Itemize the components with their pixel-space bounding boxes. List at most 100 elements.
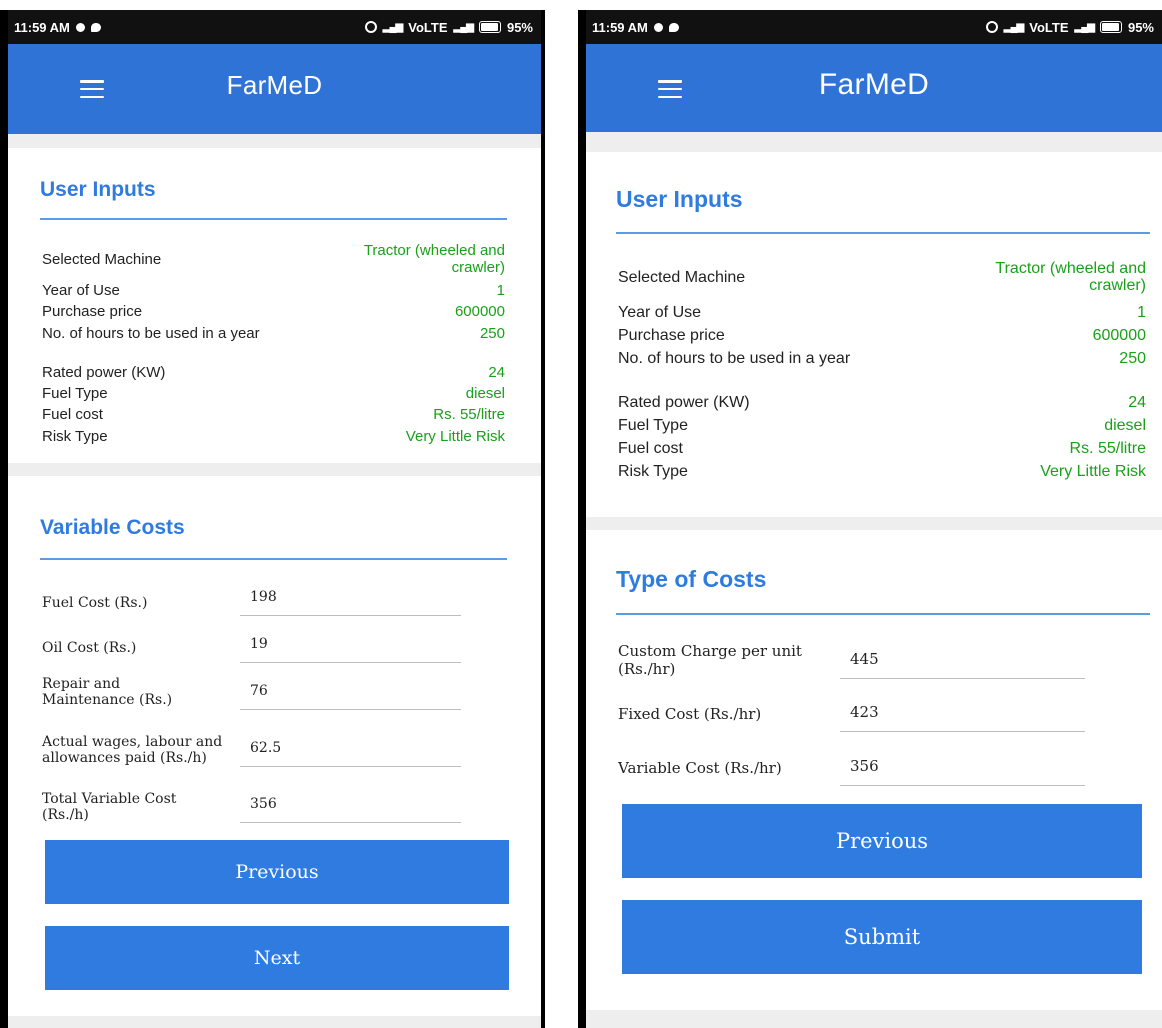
oil-cost-input[interactable] <box>240 636 461 663</box>
info-row: Purchase price 600000 <box>42 303 505 320</box>
info-value: Tractor (wheeled and crawler) <box>363 242 505 276</box>
form-row: Actual wages, labour and allowances paid… <box>42 724 230 776</box>
info-row: Year of Use 1 <box>618 304 1146 321</box>
info-label: No. of hours to be used in a year <box>42 325 260 342</box>
variable-cost-input[interactable] <box>840 757 1085 786</box>
info-row: Fuel Type diesel <box>42 385 505 402</box>
chat-icon <box>90 22 101 32</box>
screen: 11:59 AM ▂▄▆ VoLTE ▂▄▆ 95% FarMeD User I… <box>8 10 541 1028</box>
chat-icon <box>668 22 679 32</box>
battery-level: 95% <box>1127 19 1154 35</box>
info-label: Fuel Type <box>618 417 688 434</box>
form-row: Fixed Cost (Rs./hr) <box>618 702 838 726</box>
info-label: Purchase price <box>42 303 143 320</box>
phone-screen-type-of-costs: 11:59 AM ▂▄▆ VoLTE ▂▄▆ 95% FarMeD User I… <box>578 10 1162 1028</box>
field-label: Total Variable Cost (Rs./h) <box>42 791 177 823</box>
form-row: Oil Cost (Rs.) <box>42 636 232 660</box>
info-row: Fuel cost Rs. 55/litre <box>618 440 1146 457</box>
field-label: Repair and Maintenance (Rs.) <box>42 676 173 708</box>
previous-button[interactable]: Previous <box>45 840 509 904</box>
battery-icon <box>1099 21 1122 33</box>
info-label: Purchase price <box>618 327 725 344</box>
card-title: User Inputs <box>40 178 156 201</box>
info-label: Fuel cost <box>618 440 683 457</box>
divider <box>616 232 1150 234</box>
card-title: Type of Costs <box>616 566 767 592</box>
alarm-icon <box>364 21 377 33</box>
notification-icon <box>653 22 663 32</box>
user-inputs-card: User Inputs Selected Machine Tractor (wh… <box>586 152 1162 517</box>
signal-icon: ▂▄▆ <box>1074 21 1095 33</box>
info-label: Fuel cost <box>42 406 103 423</box>
info-row: Fuel Type diesel <box>618 417 1146 434</box>
fixed-cost-input[interactable] <box>840 703 1085 732</box>
signal-icon: ▂▄▆ <box>382 21 403 33</box>
fuel-cost-input[interactable] <box>240 589 461 616</box>
app-bar: FarMeD <box>586 44 1162 132</box>
info-row: No. of hours to be used in a year 250 <box>618 350 1146 367</box>
field-label: Oil Cost (Rs.) <box>42 640 137 656</box>
alarm-icon <box>985 21 998 33</box>
info-label: Fuel Type <box>42 385 108 402</box>
info-label: Selected Machine <box>618 268 746 286</box>
app-bar: FarMeD <box>8 44 541 134</box>
status-bar: 11:59 AM ▂▄▆ VoLTE ▂▄▆ 95% <box>586 10 1162 44</box>
divider <box>40 558 507 560</box>
divider <box>616 613 1150 615</box>
info-value: Rs. 55/litre <box>433 406 505 423</box>
notification-icon <box>75 22 85 32</box>
network-label: VoLTE <box>1029 19 1069 35</box>
info-row: Selected Machine Tractor (wheeled and cr… <box>618 260 1146 294</box>
variable-costs-card: Variable Costs Fuel Cost (Rs.) Oil Cost … <box>8 476 541 1016</box>
info-value: 1 <box>1137 304 1146 321</box>
form-row: Repair and Maintenance (Rs.) <box>42 674 202 710</box>
field-label: Actual wages, labour and allowances paid… <box>42 734 223 766</box>
app-title: FarMeD <box>226 70 323 100</box>
info-row: Year of Use 1 <box>42 282 505 299</box>
info-label: Rated power (KW) <box>618 394 750 411</box>
form-row: Total Variable Cost (Rs./h) <box>42 789 212 825</box>
field-label: Fixed Cost (Rs./hr) <box>618 705 762 723</box>
info-label: Risk Type <box>42 428 108 445</box>
field-label: Fuel Cost (Rs.) <box>42 595 148 611</box>
info-value: 250 <box>479 325 505 342</box>
field-label: Variable Cost (Rs./hr) <box>618 759 782 777</box>
next-button[interactable]: Next <box>45 926 509 990</box>
info-row: Risk Type Very Little Risk <box>618 463 1146 480</box>
info-row: Selected Machine Tractor (wheeled and cr… <box>42 242 505 276</box>
info-label: No. of hours to be used in a year <box>618 350 851 367</box>
info-row: Rated power (KW) 24 <box>618 394 1146 411</box>
submit-button[interactable]: Submit <box>622 900 1142 974</box>
app-title: FarMeD <box>818 68 930 101</box>
type-of-costs-card: Type of Costs Custom Charge per unit (Rs… <box>586 530 1162 1010</box>
network-label: VoLTE <box>408 19 448 35</box>
info-value: 600000 <box>454 303 505 320</box>
info-value: 1 <box>496 282 505 299</box>
user-inputs-card: User Inputs Selected Machine Tractor (wh… <box>8 148 541 463</box>
info-label: Selected Machine <box>42 250 162 268</box>
info-label: Risk Type <box>618 463 688 480</box>
info-value: Rs. 55/litre <box>1069 440 1146 457</box>
total-variable-cost-input[interactable] <box>240 796 461 823</box>
info-value: 600000 <box>1092 327 1146 344</box>
status-time: 11:59 AM <box>592 19 648 35</box>
info-value: Very Little Risk <box>405 428 505 445</box>
wages-input[interactable] <box>240 740 461 767</box>
repair-maintenance-input[interactable] <box>240 683 461 710</box>
previous-button[interactable]: Previous <box>622 804 1142 878</box>
field-label: Custom Charge per unit (Rs./hr) <box>618 642 802 678</box>
info-value: 24 <box>488 364 505 381</box>
info-row: Rated power (KW) 24 <box>42 364 505 381</box>
custom-charge-input[interactable] <box>840 650 1085 679</box>
info-value: diesel <box>465 385 505 402</box>
card-title: User Inputs <box>616 186 743 212</box>
form-row: Fuel Cost (Rs.) <box>42 591 232 615</box>
divider <box>40 218 507 220</box>
info-label: Year of Use <box>42 282 120 299</box>
signal-icon: ▂▄▆ <box>453 21 474 33</box>
battery-icon <box>478 21 501 33</box>
signal-icon: ▂▄▆ <box>1003 21 1024 33</box>
info-label: Rated power (KW) <box>42 364 166 381</box>
screen: 11:59 AM ▂▄▆ VoLTE ▂▄▆ 95% FarMeD User I… <box>586 10 1162 1028</box>
form-row: Custom Charge per unit (Rs./hr) <box>618 640 813 680</box>
